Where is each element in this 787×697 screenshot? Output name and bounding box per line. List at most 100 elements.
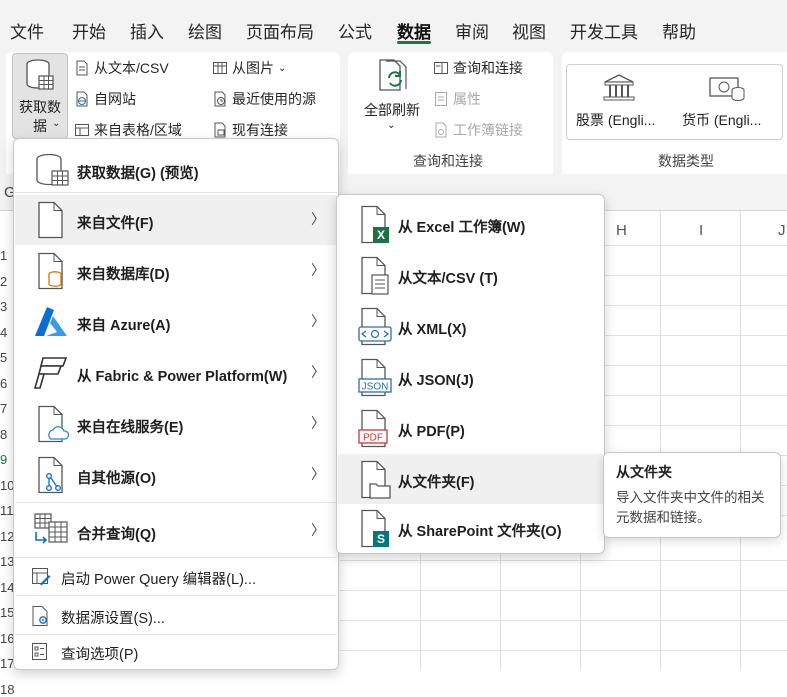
row-header[interactable]: 6	[0, 376, 14, 391]
cloud-file-icon	[38, 405, 70, 443]
tab-insert[interactable]: 插入	[130, 18, 164, 43]
workbook-links-label: 工作簿链接	[453, 122, 523, 138]
tab-review[interactable]: 审阅	[455, 18, 489, 43]
menu-item-from-azure[interactable]: 来自 Azure(A) 〉	[15, 297, 337, 347]
column-header-h[interactable]: H	[616, 222, 627, 239]
refresh-icon	[379, 59, 407, 91]
row-header[interactable]: 10	[0, 478, 14, 493]
grid-line	[780, 455, 787, 456]
grid-line	[340, 590, 787, 591]
tab-developer[interactable]: 开发工具	[570, 18, 638, 43]
row-header[interactable]: 9	[0, 452, 14, 467]
from-table-button[interactable]: 来自表格/区域	[74, 120, 182, 140]
tab-view[interactable]: 视图	[512, 18, 546, 43]
get-data-label: 获取数 据	[19, 99, 61, 134]
menu-item-label: 合并查询(Q)	[77, 527, 156, 543]
menu-item-from-online-services[interactable]: 来自在线服务(E) 〉	[15, 399, 337, 449]
chevron-right-icon: 〉	[311, 211, 325, 227]
chevron-right-icon: 〉	[311, 522, 325, 538]
submenu-item-from-sharepoint[interactable]: S 从 SharePoint 文件夹(O)	[338, 505, 603, 551]
grid-line	[600, 275, 787, 276]
tab-file[interactable]: 文件	[10, 18, 44, 43]
combine-query-icon	[34, 513, 68, 544]
properties-label: 属性	[453, 91, 481, 107]
menu-item-label: 自其他源(O)	[77, 471, 156, 487]
row-header[interactable]: 13	[0, 554, 14, 569]
tab-page-layout[interactable]: 页面布局	[246, 18, 314, 43]
row-header[interactable]: 14	[0, 580, 14, 595]
currency-button[interactable]: 货币 (Engli...	[678, 68, 778, 132]
row-header[interactable]: 8	[0, 427, 14, 442]
from-web-button[interactable]: 自网站	[74, 89, 136, 109]
recent-sources-button[interactable]: 最近使用的源	[212, 89, 316, 109]
row-header[interactable]: 18	[0, 682, 14, 697]
chevron-down-icon: ⌄	[387, 120, 396, 131]
grid-line	[420, 545, 421, 670]
chevron-right-icon: 〉	[311, 364, 325, 380]
menu-item-from-other-sources[interactable]: 自其他源(O) 〉	[15, 450, 337, 500]
row-header[interactable]: 7	[0, 401, 14, 416]
menu-item-get-data-preview[interactable]: 获取数据(G) (预览)	[15, 145, 337, 195]
submenu-item-from-folder[interactable]: 从文件夹(F)	[338, 454, 603, 504]
tab-help[interactable]: 帮助	[662, 18, 696, 43]
submenu-item-label: 从文本/CSV (T)	[398, 271, 498, 287]
refresh-all-label: 全部刷新	[364, 102, 420, 118]
fabric-icon	[33, 357, 68, 389]
existing-connections-button[interactable]: 现有连接	[212, 120, 288, 140]
tab-data[interactable]: 数据	[397, 18, 431, 43]
currency-icon	[709, 77, 745, 101]
workbook-links-button[interactable]: 工作簿链接	[433, 120, 523, 140]
get-data-button[interactable]: 获取数 据 ⌄	[12, 53, 68, 139]
submenu-item-from-xml[interactable]: 从 XML(X)	[338, 301, 603, 351]
group-label-queries: 查询和连接	[413, 153, 483, 169]
submenu-item-from-text-csv[interactable]: 从文本/CSV (T)	[338, 250, 603, 300]
menu-separator	[15, 634, 337, 635]
from-file-submenu: X 从 Excel 工作簿(W) 从文本/CSV (T) 从 XML(X) JS…	[336, 194, 605, 554]
row-header[interactable]: 12	[0, 529, 14, 544]
tab-draw[interactable]: 绘图	[188, 18, 222, 43]
from-picture-button[interactable]: 从图片 ⌄	[212, 58, 286, 78]
row-header[interactable]: 17	[0, 656, 14, 671]
row-header[interactable]: 1	[0, 248, 14, 263]
row-header[interactable]: 2	[0, 274, 14, 289]
stocks-label: 股票 (Engli...	[576, 112, 656, 128]
stocks-button[interactable]: 股票 (Engli...	[572, 68, 672, 132]
menu-item-launch-query-editor[interactable]: 启动 Power Query 编辑器(L)...	[15, 560, 337, 592]
data-source-settings-icon	[32, 606, 48, 626]
properties-button[interactable]: 属性	[433, 89, 481, 109]
row-header[interactable]: 15	[0, 605, 14, 620]
row-header[interactable]: 4	[0, 325, 14, 340]
properties-icon	[435, 92, 447, 106]
submenu-item-from-pdf[interactable]: PDF 从 PDF(P)	[338, 403, 603, 453]
row-header[interactable]: 3	[0, 299, 14, 314]
menu-item-data-source-settings[interactable]: 数据源设置(S)...	[15, 599, 337, 631]
svg-text:S: S	[377, 532, 385, 546]
row-header[interactable]: 11	[0, 503, 14, 518]
queries-connections-button[interactable]: 查询和连接	[433, 58, 523, 78]
menu-item-from-file[interactable]: 来自文件(F) 〉	[15, 195, 337, 245]
from-text-csv-button[interactable]: 从文本/CSV	[74, 58, 169, 78]
menu-item-combine-queries[interactable]: 合并查询(Q) 〉	[15, 506, 337, 556]
menu-item-from-fabric[interactable]: 从 Fabric & Power Platform(W) 〉	[15, 348, 337, 398]
menu-item-from-database[interactable]: 来自数据库(D) 〉	[15, 246, 337, 296]
azure-icon	[35, 307, 67, 336]
text-file-icon	[76, 60, 88, 76]
text-file-icon	[361, 256, 389, 295]
column-header-j[interactable]: J	[778, 222, 786, 239]
pdf-file-icon: PDF	[358, 409, 388, 448]
row-header[interactable]: 5	[0, 350, 14, 365]
refresh-all-button[interactable]: 全部刷新 ⌄	[356, 56, 428, 140]
tab-home[interactable]: 开始	[72, 18, 106, 43]
column-header-i[interactable]: I	[699, 222, 703, 239]
excel-file-icon: X	[361, 205, 389, 244]
menu-item-query-options[interactable]: 查询选项(P)	[15, 636, 337, 666]
from-web-label: 自网站	[94, 91, 136, 107]
submenu-item-from-excel[interactable]: X 从 Excel 工作簿(W)	[338, 199, 603, 249]
tab-formulas[interactable]: 公式	[338, 18, 372, 43]
row-header[interactable]: 16	[0, 631, 14, 646]
grid-line	[600, 335, 787, 336]
chevron-right-icon: 〉	[311, 262, 325, 278]
submenu-item-from-json[interactable]: JSON 从 JSON(J)	[338, 352, 603, 402]
grid-line	[600, 395, 787, 396]
other-source-icon	[38, 456, 63, 494]
